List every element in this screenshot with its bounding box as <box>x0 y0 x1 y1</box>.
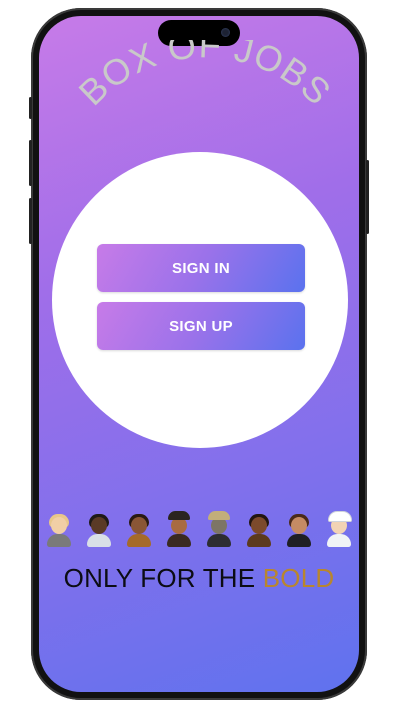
woman-judge-icon <box>284 509 314 547</box>
sign-up-label: SIGN UP <box>169 317 233 335</box>
volume-up-button <box>29 140 32 186</box>
power-button <box>366 160 369 234</box>
man-office-worker-icon <box>84 509 114 547</box>
woman-cook-icon <box>124 509 154 547</box>
camera-lens-icon <box>221 28 230 37</box>
professions-row <box>39 506 359 550</box>
person-with-laptop-icon <box>44 509 74 547</box>
auth-circle <box>52 152 348 448</box>
tagline: ONLY FOR THE BOLD <box>39 563 359 594</box>
svg-text:BOX OF JOBS: BOX OF JOBS <box>71 40 340 113</box>
graduate-icon <box>164 509 194 547</box>
volume-down-button <box>29 198 32 244</box>
sign-in-button[interactable]: SIGN IN <box>97 244 305 292</box>
app-title: BOX OF JOBS <box>71 40 340 113</box>
device-stage: BOX OF JOBS SIGN IN SIGN UP ONLY FOR THE… <box>0 0 400 711</box>
tagline-prefix: ONLY FOR THE <box>63 563 263 593</box>
pilot-icon <box>204 509 234 547</box>
silent-switch <box>29 97 32 119</box>
tagline-accent-word: BOLD <box>262 563 335 593</box>
health-worker-icon <box>324 509 354 547</box>
sign-up-button[interactable]: SIGN UP <box>97 302 305 350</box>
man-artist-icon <box>244 509 274 547</box>
sign-in-label: SIGN IN <box>172 259 230 277</box>
app-title-text: BOX OF JOBS <box>71 40 339 113</box>
